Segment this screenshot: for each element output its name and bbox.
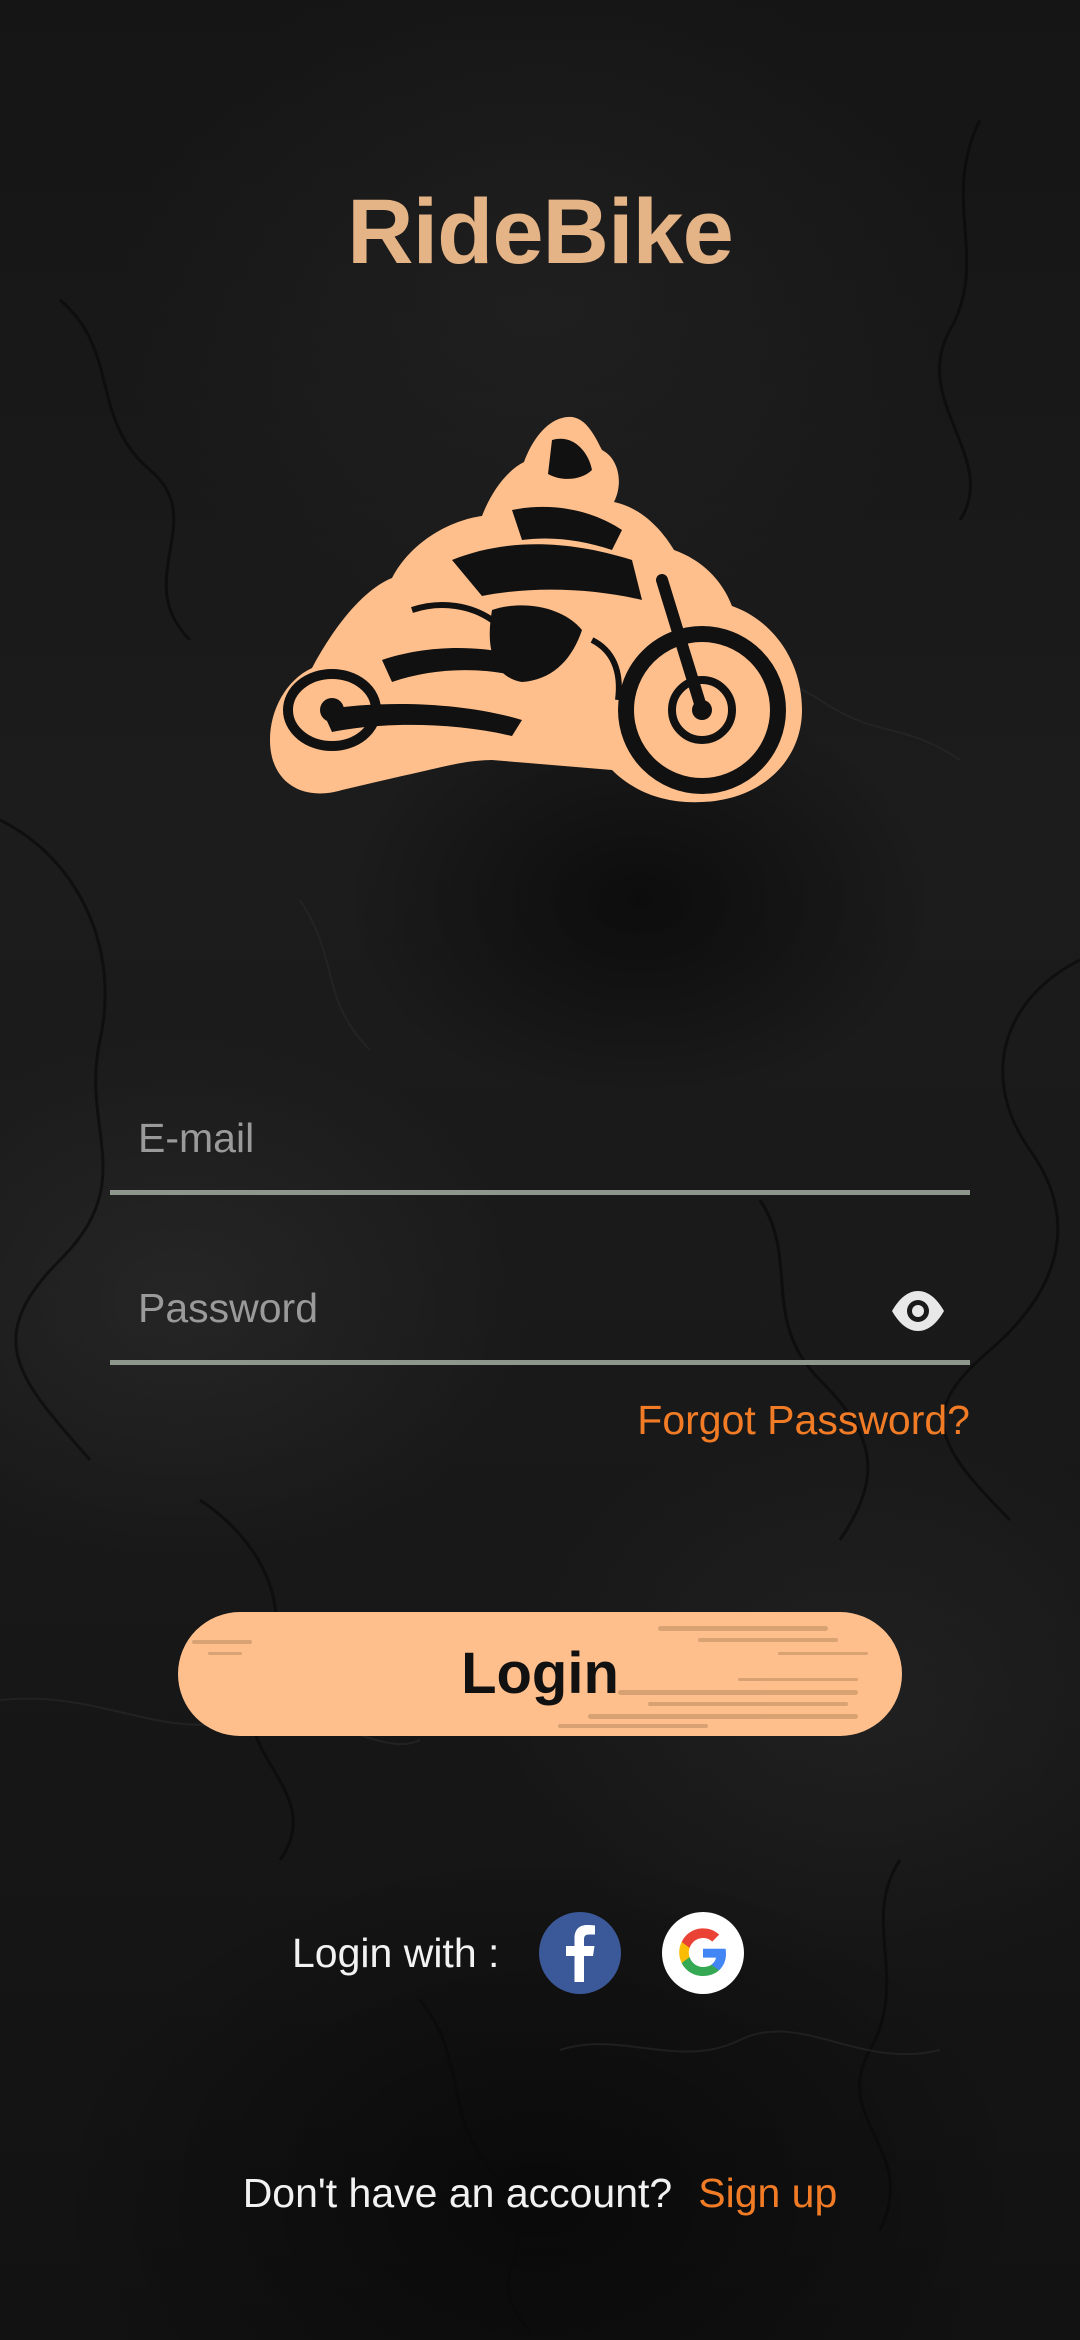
google-icon: [679, 1928, 726, 1976]
forgot-password-link[interactable]: Forgot Password?: [637, 1397, 970, 1444]
google-login-button[interactable]: [662, 1912, 744, 1994]
signup-link[interactable]: Sign up: [698, 2170, 837, 2216]
email-input[interactable]: [138, 1103, 898, 1173]
password-input[interactable]: [138, 1273, 898, 1343]
motorcycle-rider-icon: [270, 416, 802, 803]
login-button[interactable]: Login: [178, 1612, 902, 1736]
login-button-label: Login: [461, 1641, 619, 1706]
app-title: RideBike: [347, 181, 734, 283]
login-with-label: Login with :: [292, 1930, 500, 1976]
email-field[interactable]: [110, 1085, 970, 1195]
signup-row: Don't have an account? Sign up: [0, 2168, 1080, 2218]
eye-icon[interactable]: [890, 1283, 946, 1339]
facebook-icon: [566, 1925, 595, 1982]
password-field[interactable]: [110, 1255, 970, 1365]
facebook-login-button[interactable]: [539, 1912, 621, 1994]
signup-prompt: Don't have an account?: [242, 2170, 673, 2216]
